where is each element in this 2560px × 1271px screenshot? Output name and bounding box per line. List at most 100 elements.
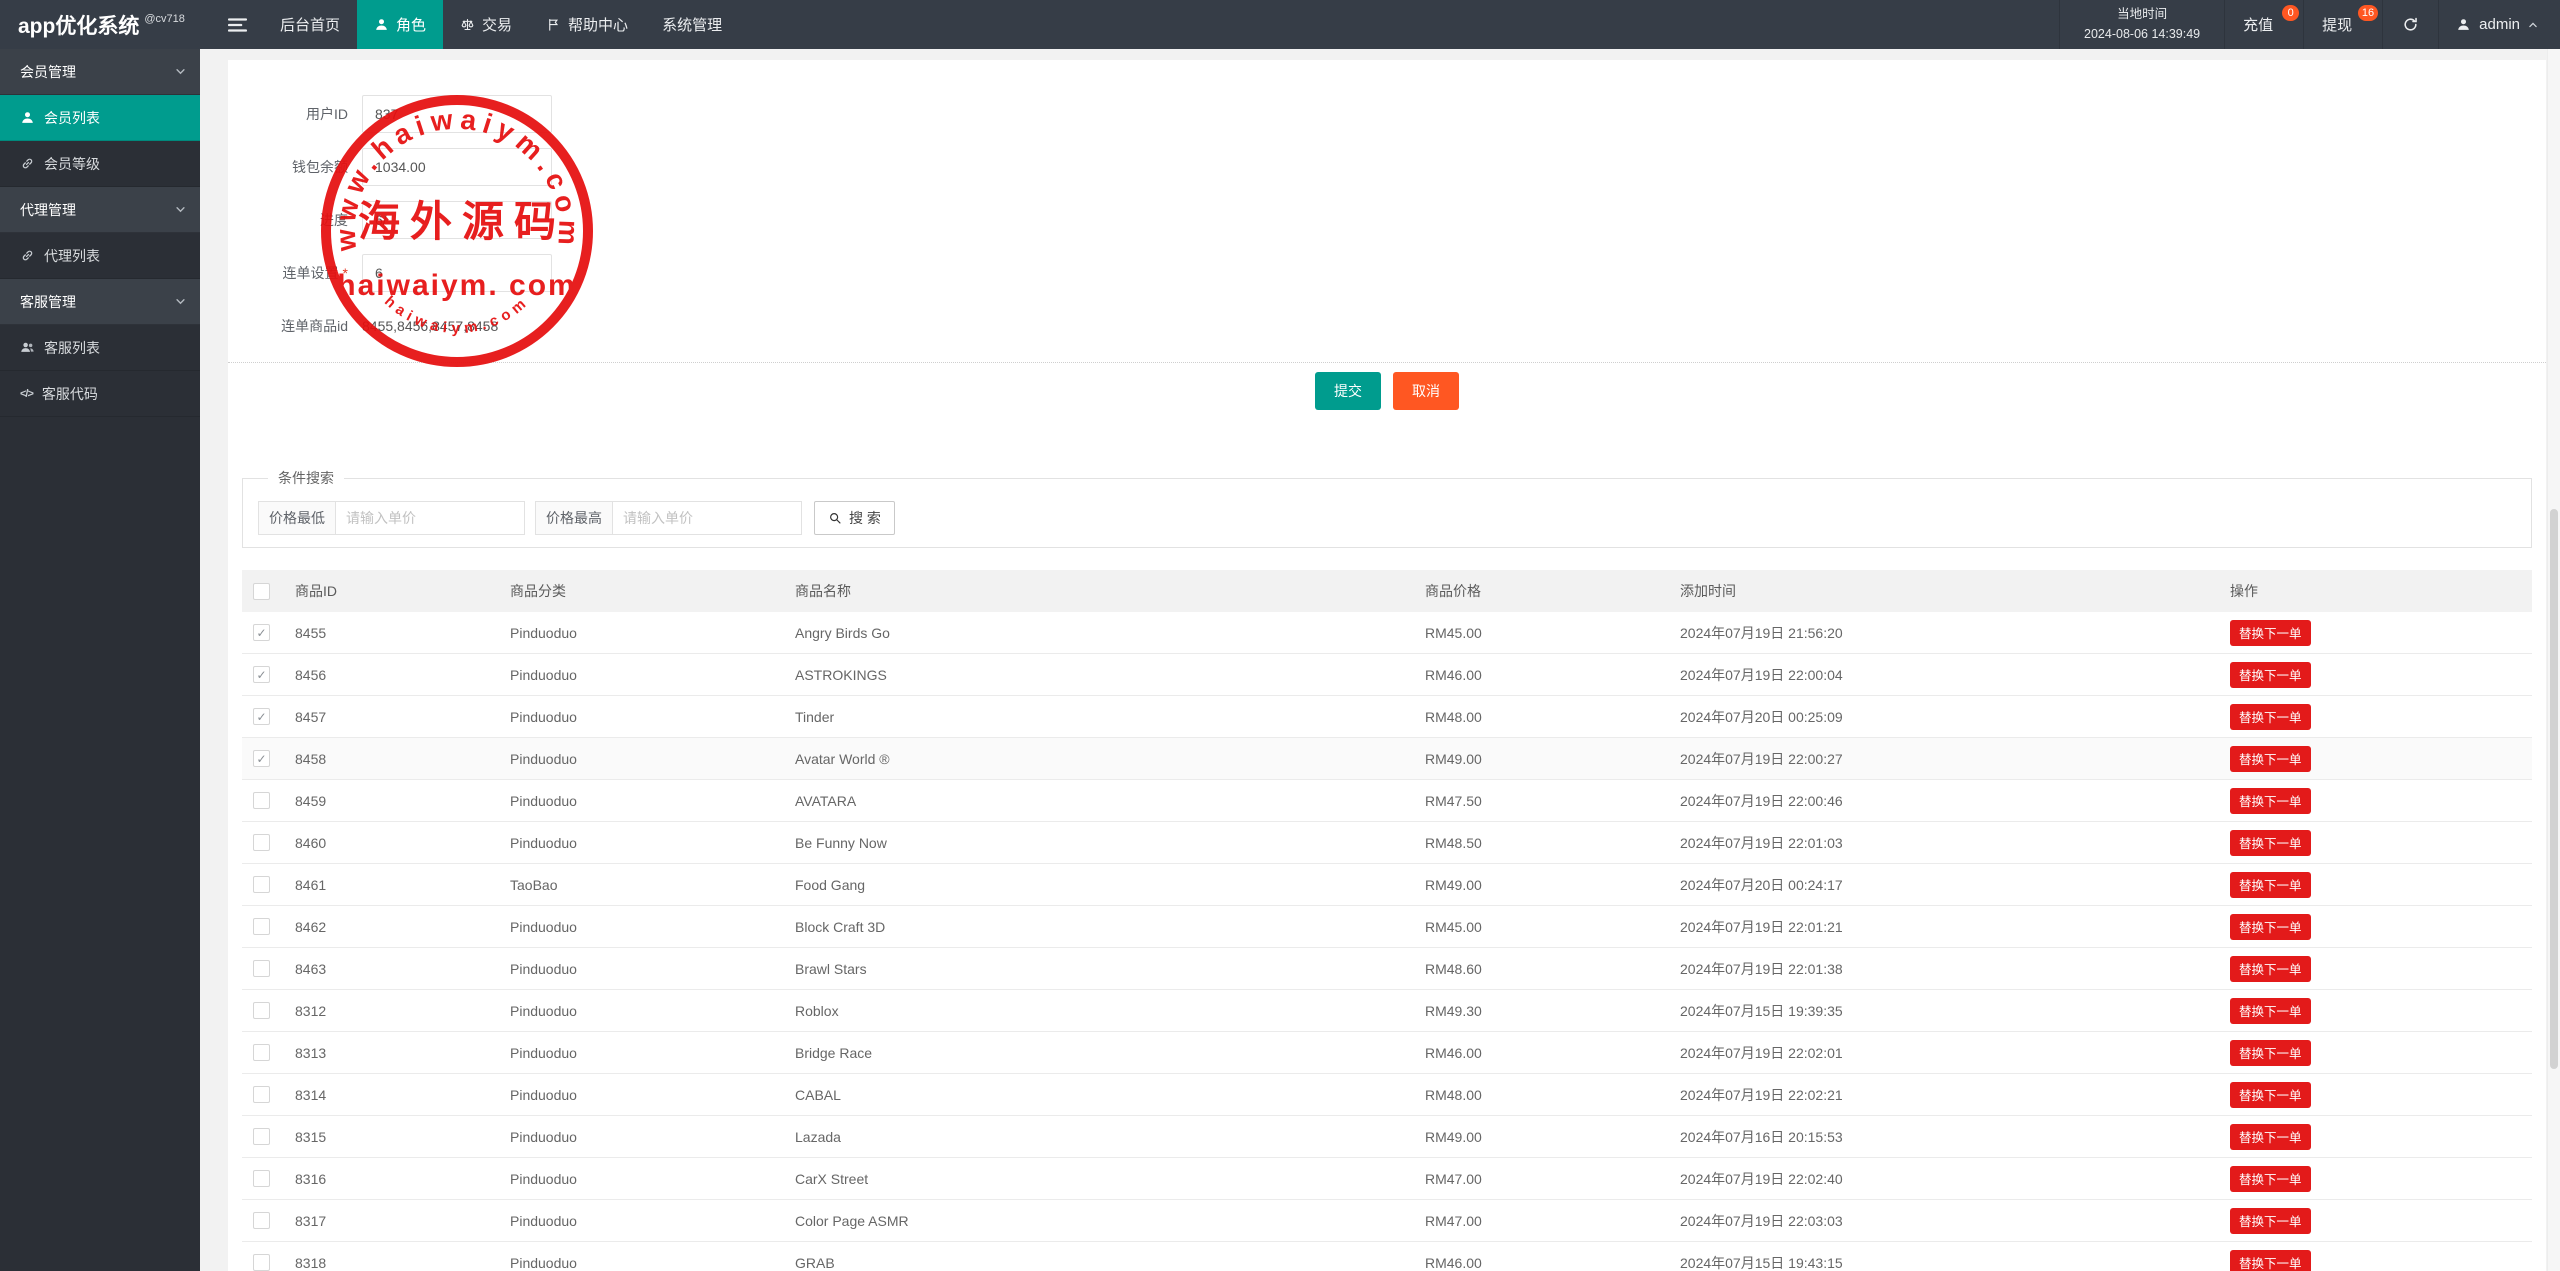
chevron-down-icon — [175, 66, 186, 77]
row-checkbox[interactable] — [253, 1044, 270, 1061]
hamburger-icon[interactable] — [211, 0, 263, 49]
app-version: @cv718 — [144, 12, 185, 25]
replace-next-order-button[interactable]: 替换下一单 — [2230, 871, 2311, 898]
sidebar-item[interactable]: 代理列表 — [0, 233, 200, 279]
replace-next-order-button[interactable]: 替换下一单 — [2230, 787, 2311, 814]
replace-next-order-button[interactable]: 替换下一单 — [2230, 619, 2311, 646]
replace-next-order-button[interactable]: 替换下一单 — [2230, 1081, 2311, 1108]
cell-price: RM49.00 — [1425, 1128, 1482, 1145]
withdraw-button[interactable]: 提现 16 — [2303, 0, 2382, 49]
field-input-3[interactable] — [362, 254, 552, 292]
cell-name: Brawl Stars — [795, 960, 867, 977]
menu-item-label: 帮助中心 — [568, 17, 629, 34]
topbar-menu-item[interactable]: 帮助中心 — [529, 0, 645, 49]
row-checkbox[interactable] — [253, 1002, 270, 1019]
cell-name: Block Craft 3D — [795, 918, 886, 935]
table-row: ✓ 8455 Pinduoduo Angry Birds Go RM45.00 2024年… — [242, 612, 2532, 654]
row-checkbox[interactable] — [253, 1170, 270, 1187]
cell-added: 2024年07月19日 22:00:46 — [1680, 792, 1843, 809]
sidebar-item[interactable]: </> 客服代码 — [0, 371, 200, 417]
row-checkbox[interactable] — [253, 876, 270, 893]
sidebar-item-label: 客服列表 — [44, 339, 100, 356]
field-input-1[interactable] — [362, 148, 552, 186]
content-card: 用户ID 钱包余额进度连单设置* 连单商品id 8455,8456,8457,8458… — [228, 60, 2546, 1271]
cell-category: TaoBao — [510, 876, 558, 893]
search-fieldset: 条件搜索 价格最低 价格最高 搜 索 — [242, 468, 2532, 548]
col-category: 商品分类 — [510, 583, 566, 599]
edit-form: 用户ID 钱包余额进度连单设置* 连单商品id 8455,8456,8457,8458 — [228, 95, 2546, 345]
row-checkbox[interactable] — [253, 1086, 270, 1103]
cell-product-id: 8315 — [295, 1128, 327, 1145]
replace-next-order-button[interactable]: 替换下一单 — [2230, 1207, 2311, 1234]
replace-next-order-button[interactable]: 替换下一单 — [2230, 1249, 2311, 1271]
app-logo: app优化系统 @cv718 — [0, 0, 211, 49]
field-input-2[interactable] — [362, 201, 552, 239]
sidebar-item[interactable]: 会员等级 — [0, 141, 200, 187]
topbar-menu-item[interactable]: 角色 — [357, 0, 444, 49]
cell-price: RM49.00 — [1425, 876, 1482, 893]
price-min-input[interactable] — [336, 501, 525, 535]
topbar-menu-item[interactable]: 交易 — [443, 0, 529, 49]
table-row: 8460 Pinduoduo Be Funny Now RM48.50 2024年07月… — [242, 822, 2532, 864]
field-label: 进度 — [320, 212, 348, 228]
table-row: 8315 Pinduoduo Lazada RM49.00 2024年07月16日 20… — [242, 1116, 2532, 1158]
cell-price: RM45.00 — [1425, 624, 1482, 641]
field-input-0[interactable] — [362, 95, 552, 133]
replace-next-order-button[interactable]: 替换下一单 — [2230, 829, 2311, 856]
cell-category: Pinduoduo — [510, 960, 577, 977]
search-button[interactable]: 搜 索 — [814, 501, 895, 535]
submit-button[interactable]: 提交 — [1315, 372, 1381, 410]
user-menu[interactable]: admin — [2438, 0, 2560, 49]
row-checkbox[interactable]: ✓ — [253, 624, 270, 641]
replace-next-order-button[interactable]: 替换下一单 — [2230, 703, 2311, 730]
cell-actions: 替换下一单 — [2230, 703, 2532, 730]
form-row: 连单设置 * — [228, 254, 2546, 292]
recharge-button[interactable]: 充值 0 — [2224, 0, 2303, 49]
sidebar-item[interactable]: 客服列表 — [0, 325, 200, 371]
replace-next-order-button[interactable]: 替换下一单 — [2230, 661, 2311, 688]
row-checkbox[interactable] — [253, 1212, 270, 1229]
row-checkbox[interactable]: ✓ — [253, 708, 270, 725]
code-icon: </> — [20, 387, 34, 400]
replace-next-order-button[interactable]: 替换下一单 — [2230, 745, 2311, 772]
user-icon — [20, 110, 35, 125]
cell-product-id: 8456 — [295, 666, 327, 683]
recharge-badge: 0 — [2282, 5, 2300, 21]
replace-next-order-button[interactable]: 替换下一单 — [2230, 1039, 2311, 1066]
cancel-button[interactable]: 取消 — [1393, 372, 1459, 410]
row-checkbox[interactable] — [253, 1254, 270, 1271]
cell-name: GRAB — [795, 1254, 835, 1271]
scrollbar-thumb[interactable] — [2550, 509, 2558, 1069]
sidebar-group[interactable]: 代理管理 — [0, 187, 200, 233]
row-checkbox[interactable] — [253, 918, 270, 935]
sidebar-item[interactable]: 会员列表 — [0, 95, 200, 141]
replace-next-order-button[interactable]: 替换下一单 — [2230, 997, 2311, 1024]
sidebar-group[interactable]: 会员管理 — [0, 49, 200, 95]
sidebar-group-label: 客服管理 — [20, 293, 76, 310]
row-checkbox[interactable]: ✓ — [253, 666, 270, 683]
refresh-icon[interactable] — [2382, 0, 2438, 49]
replace-next-order-button[interactable]: 替换下一单 — [2230, 913, 2311, 940]
field-label: 连单商品id — [281, 318, 348, 334]
topbar-menu-item[interactable]: 后台首页 — [263, 0, 357, 49]
row-checkbox[interactable] — [253, 792, 270, 809]
cell-price: RM48.00 — [1425, 1086, 1482, 1103]
replace-next-order-button[interactable]: 替换下一单 — [2230, 955, 2311, 982]
replace-next-order-button[interactable]: 替换下一单 — [2230, 1165, 2311, 1192]
cell-name: CABAL — [795, 1086, 841, 1103]
scrollbar[interactable] — [2547, 49, 2560, 1271]
row-checkbox[interactable] — [253, 834, 270, 851]
recharge-label: 充值 — [2243, 17, 2274, 34]
select-all-checkbox[interactable] — [253, 582, 270, 600]
sidebar-item-label: 会员列表 — [44, 109, 100, 126]
row-checkbox[interactable]: ✓ — [253, 750, 270, 767]
cell-category: Pinduoduo — [510, 1086, 577, 1103]
cell-name: Tinder — [795, 708, 835, 725]
replace-next-order-button[interactable]: 替换下一单 — [2230, 1123, 2311, 1150]
cell-added: 2024年07月19日 22:02:21 — [1680, 1086, 1843, 1103]
topbar-menu-item[interactable]: 系统管理 — [645, 0, 739, 49]
price-max-input[interactable] — [613, 501, 802, 535]
row-checkbox[interactable] — [253, 1128, 270, 1145]
row-checkbox[interactable] — [253, 960, 270, 977]
sidebar-group[interactable]: 客服管理 — [0, 279, 200, 325]
